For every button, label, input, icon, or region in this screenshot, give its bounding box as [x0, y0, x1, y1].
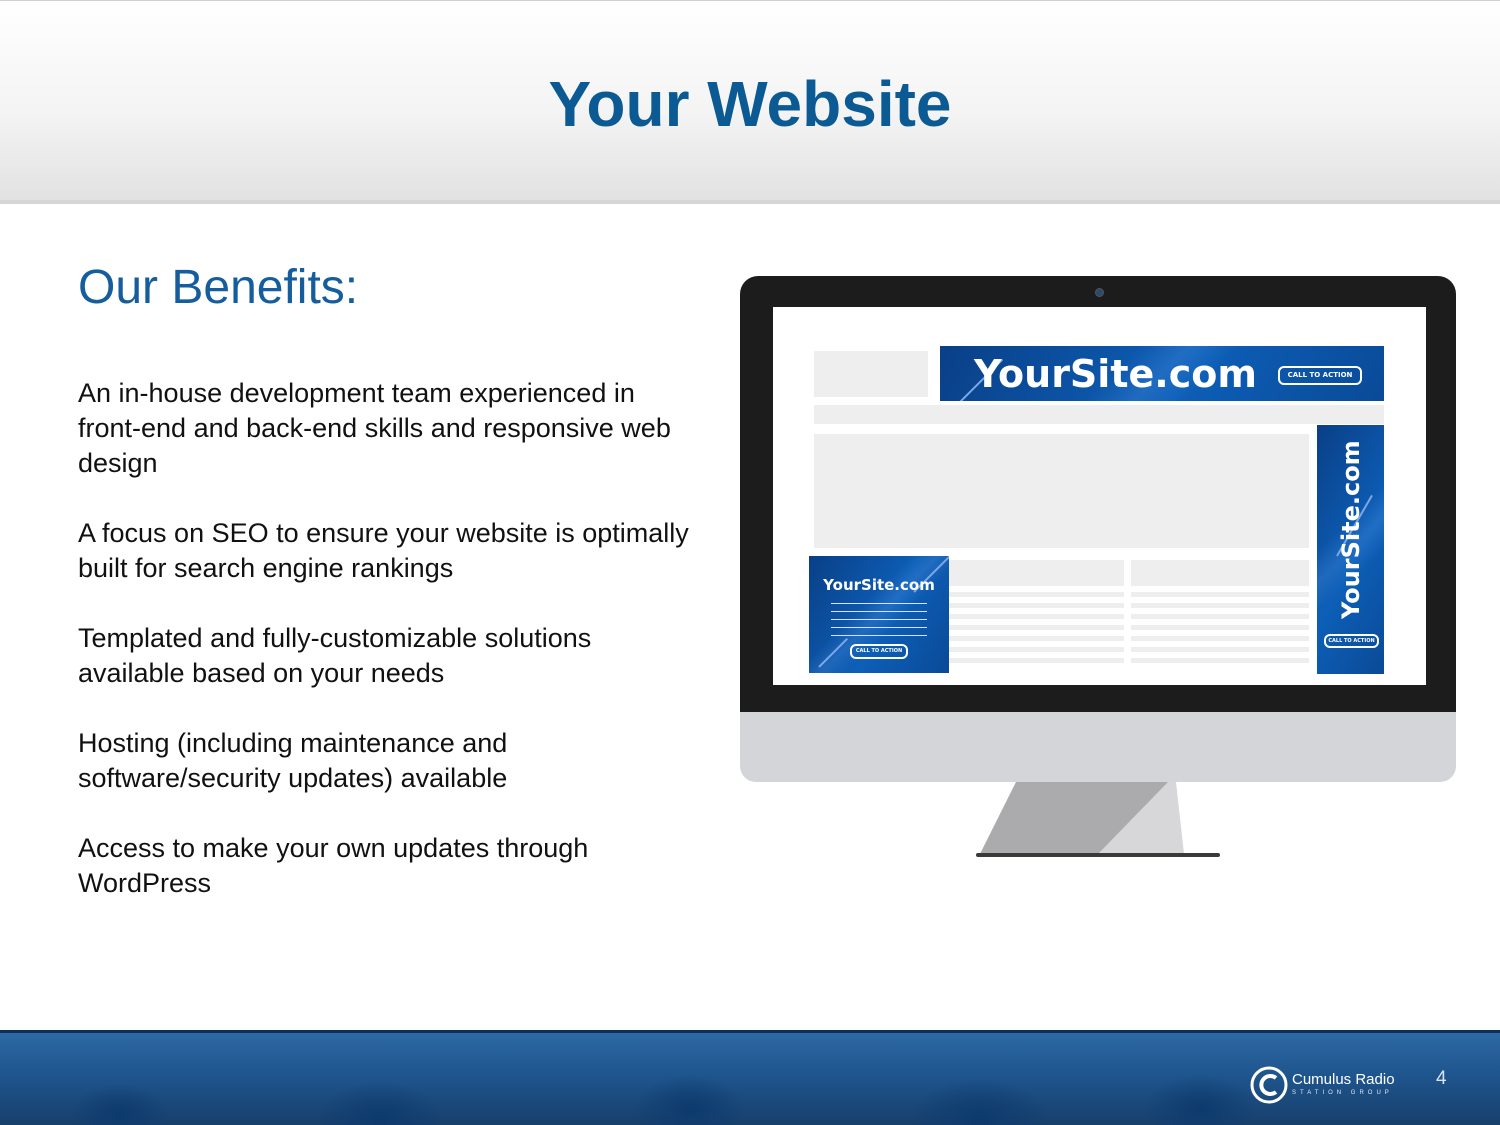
square-ad-line: [831, 627, 927, 628]
square-ad-text: YourSite.com: [823, 576, 935, 594]
benefit-item: An in-house development team experienced…: [78, 378, 671, 478]
footer-top-edge: [0, 1030, 1500, 1033]
cumulus-logo-icon: [1250, 1066, 1288, 1104]
logo-ring: [1250, 1066, 1288, 1104]
footer-banner: Cumulus Radio STATION GROUP 4: [0, 1030, 1500, 1125]
benefits-heading: Our Benefits:: [78, 261, 359, 314]
skyscraper-cta-button: CALL TO ACTION: [1324, 634, 1379, 648]
text-line-placeholder: [949, 647, 1124, 652]
hero-placeholder: [814, 434, 1309, 548]
skyscraper-ad-text: YourSite.com: [1337, 440, 1365, 619]
page-number: 4: [1436, 1068, 1447, 1089]
benefit-item: A focus on SEO to ensure your website is…: [78, 518, 689, 583]
square-cta-button: CALL TO ACTION: [850, 644, 908, 659]
slide-title: Your Website: [548, 68, 952, 140]
text-line-placeholder: [1131, 647, 1309, 652]
text-line-placeholder: [949, 658, 1124, 663]
text-line-placeholder: [949, 603, 1124, 608]
monitor-bezel: YourSite.com CALL TO ACTION YourSite.com…: [740, 276, 1456, 712]
text-line-placeholder: [949, 592, 1124, 597]
logo-c: [1259, 1074, 1278, 1096]
text-line-placeholder: [1131, 636, 1309, 641]
header-divider: [0, 200, 1500, 204]
benefits-list: An in-house development team experienced…: [78, 376, 698, 936]
article-heading-placeholder: [949, 560, 1124, 586]
ad-accent-stripe: [818, 638, 848, 668]
text-line-placeholder: [1131, 592, 1309, 597]
leaderboard-ad: YourSite.com CALL TO ACTION: [940, 346, 1384, 401]
benefit-item: Hosting (including maintenance and softw…: [78, 728, 508, 793]
square-ad-line: [831, 619, 927, 620]
monitor-stand: [976, 782, 1220, 857]
text-line-placeholder: [949, 636, 1124, 641]
text-line-placeholder: [1131, 625, 1309, 630]
logo-placeholder: [814, 351, 928, 397]
monitor-chin: [740, 712, 1456, 782]
square-ad-line: [831, 635, 927, 636]
skyscraper-ad: YourSite.com CALL TO ACTION: [1317, 425, 1384, 674]
text-line-placeholder: [949, 625, 1124, 630]
monitor-illustration: YourSite.com CALL TO ACTION YourSite.com…: [740, 276, 1456, 862]
article-heading-placeholder: [1131, 560, 1309, 586]
nav-bar-placeholder: [814, 405, 1384, 424]
text-line-placeholder: [1131, 603, 1309, 608]
logo-tagline: STATION GROUP: [1292, 1090, 1393, 1096]
benefit-item: Access to make your own updates through …: [78, 833, 589, 898]
text-line-placeholder: [949, 614, 1124, 619]
logo-wordmark: Cumulus Radio: [1292, 1071, 1395, 1088]
benefit-item: Templated and fully-customizable solutio…: [78, 623, 592, 688]
webcam-icon: [1095, 288, 1104, 297]
leaderboard-cta-button: CALL TO ACTION: [1278, 366, 1362, 385]
text-line-placeholder: [1131, 614, 1309, 619]
website-mockup-screen: YourSite.com CALL TO ACTION YourSite.com…: [773, 307, 1426, 685]
square-ad: YourSite.com CALL TO ACTION: [809, 556, 949, 673]
stand-base: [976, 853, 1220, 857]
square-ad-line: [831, 603, 927, 604]
leaderboard-ad-text: YourSite.com: [974, 352, 1257, 396]
text-line-placeholder: [1131, 658, 1309, 663]
square-ad-line: [831, 611, 927, 612]
